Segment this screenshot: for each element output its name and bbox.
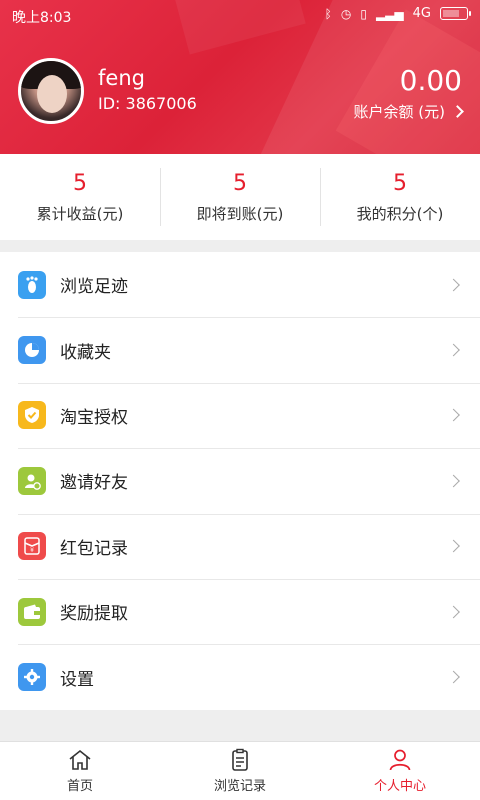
profile-header: 晚上8:03 ᛒ ◷ ▯ ▂▃▅ 4G feng ID: 3867006 0.0…	[0, 0, 480, 154]
stat-value: 5	[73, 170, 87, 196]
tab-label: 个人中心	[373, 779, 426, 794]
status-bar: 晚上8:03 ᛒ ◷ ▯ ▂▃▅ 4G	[0, 0, 480, 30]
menu-list: 浏览足迹 收藏夹 淘宝授权 邀请好友 ¥ 红包记录 奖励提取 设置	[0, 252, 480, 710]
red-envelope-icon: ¥	[18, 532, 46, 561]
stat-total-earnings[interactable]: 5 累计收益(元)	[0, 154, 160, 240]
tab-label: 浏览记录	[213, 779, 266, 794]
user-id: ID: 3867006	[98, 94, 197, 113]
tab-personal-center[interactable]: 个人中心	[320, 742, 480, 800]
avatar[interactable]	[18, 58, 84, 124]
menu-item-footprints[interactable]: 浏览足迹	[0, 252, 480, 317]
stat-value: 5	[233, 170, 247, 196]
status-time: 晚上8:03	[12, 10, 72, 26]
menu-item-taobao-auth[interactable]: 淘宝授权	[0, 382, 480, 448]
balance-link[interactable]: 账户余额 (元)	[353, 101, 464, 122]
battery-icon	[440, 7, 471, 20]
status-icons: ᛒ ◷ ▯ ▂▃▅ 4G	[324, 6, 471, 21]
menu-item-label: 浏览足迹	[60, 277, 128, 298]
chevron-right-icon	[447, 539, 460, 553]
footprint-icon	[18, 270, 46, 299]
menu-item-label: 收藏夹	[60, 342, 111, 363]
clipboard-icon	[232, 748, 248, 771]
tab-label: 首页	[66, 779, 93, 794]
username: feng	[98, 66, 145, 90]
menu-item-label: 奖励提取	[60, 604, 128, 625]
menu-item-label: 红包记录	[60, 538, 128, 559]
tab-browse-history[interactable]: 浏览记录	[160, 742, 320, 800]
chevron-right-icon	[447, 409, 460, 422]
home-icon	[69, 749, 91, 770]
stat-points[interactable]: 5 我的积分(个)	[320, 154, 480, 240]
stat-pending[interactable]: 5 即将到账(元)	[160, 154, 320, 240]
chevron-right-icon	[447, 343, 460, 357]
chevron-right-icon	[447, 605, 460, 619]
chevron-right-icon	[451, 105, 464, 118]
add-user-icon	[18, 466, 46, 495]
shield-check-icon	[18, 401, 46, 430]
chevron-right-icon	[447, 474, 460, 488]
chevron-right-icon	[447, 670, 460, 684]
tab-home[interactable]: 首页	[0, 742, 160, 800]
signal-icon: ▂▃▅	[375, 6, 404, 21]
wallet-icon	[18, 597, 46, 626]
stat-value: 5	[393, 170, 407, 196]
menu-item-reward-withdraw[interactable]: 奖励提取	[0, 578, 480, 644]
balance-label: 账户余额 (元)	[353, 103, 445, 121]
person-icon	[389, 749, 411, 771]
stat-label: 即将到账(元)	[196, 204, 284, 223]
network-type: 4G	[412, 6, 431, 21]
pie-chart-icon	[18, 336, 46, 365]
stat-label: 我的积分(个)	[356, 204, 444, 223]
account-balance[interactable]: 0.00	[400, 64, 462, 97]
stat-label: 累计收益(元)	[36, 204, 124, 223]
bottom-nav: 首页 浏览记录 个人中心	[0, 741, 480, 800]
chevron-right-icon	[447, 278, 460, 292]
menu-item-invite-friends[interactable]: 邀请好友	[0, 448, 480, 513]
alarm-icon: ◷	[340, 6, 352, 21]
stats-bar: 5 累计收益(元) 5 即将到账(元) 5 我的积分(个)	[0, 154, 480, 240]
menu-item-label: 设置	[60, 669, 94, 690]
svg-text:¥: ¥	[30, 547, 34, 554]
menu-item-label: 邀请好友	[60, 473, 128, 494]
menu-item-settings[interactable]: 设置	[0, 644, 480, 709]
menu-item-label: 淘宝授权	[60, 407, 128, 428]
gear-icon	[18, 663, 46, 692]
bluetooth-icon: ᛒ	[324, 6, 332, 21]
vibrate-icon: ▯	[360, 6, 367, 21]
menu-item-red-envelope[interactable]: ¥ 红包记录	[0, 513, 480, 579]
menu-item-favorites[interactable]: 收藏夹	[0, 317, 480, 382]
